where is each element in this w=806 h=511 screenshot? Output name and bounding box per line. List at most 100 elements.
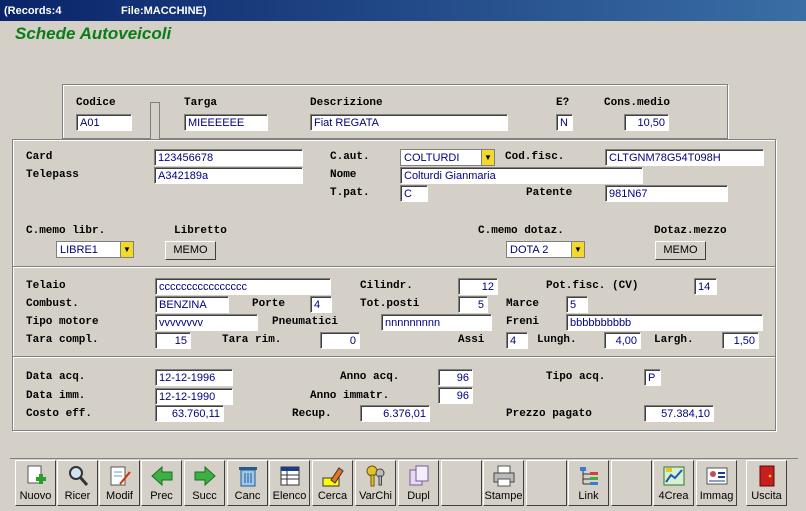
section-divider-2 xyxy=(13,356,775,358)
link-tree-icon xyxy=(580,467,598,485)
ricer-label: Ricer xyxy=(64,490,91,502)
tpat-field[interactable]: C xyxy=(400,185,428,202)
window-titlebar: (Records:4 File:MACCHINE) xyxy=(0,0,806,21)
descrizione-field[interactable]: Fiat REGATA xyxy=(310,114,508,131)
arrow-right-icon xyxy=(194,465,216,487)
pneumatici-field[interactable]: nnnnnnnnn xyxy=(381,314,492,331)
nuovo-label: Nuovo xyxy=(19,490,52,502)
libretto-memo-button[interactable]: MEMO xyxy=(165,241,216,260)
file-name: File:MACCHINE) xyxy=(121,5,207,17)
data-imm-field[interactable]: 12-12-1990 xyxy=(155,388,233,405)
dupl-button[interactable]: Dupl xyxy=(398,460,439,506)
e-field[interactable]: N xyxy=(556,114,573,131)
succ-label: Succ xyxy=(192,490,217,502)
stampe-button[interactable]: Stampe xyxy=(483,460,524,506)
modif-button[interactable]: Modif xyxy=(99,460,140,506)
link-button[interactable]: Link xyxy=(568,460,609,506)
prec-button[interactable]: Prec xyxy=(141,460,182,506)
crea-label: 4Crea xyxy=(658,490,689,502)
link-label: Link xyxy=(578,490,599,502)
tipo-acq-field[interactable]: P xyxy=(644,369,661,386)
anno-immatr-label: Anno immatr. xyxy=(310,390,390,402)
nuovo-button[interactable]: Nuovo xyxy=(15,460,56,506)
totposti-field[interactable]: 5 xyxy=(458,296,488,313)
data-imm-label: Data imm. xyxy=(26,390,86,402)
empty-slot-2 xyxy=(526,460,567,506)
lungh-field[interactable]: 4,00 xyxy=(604,332,641,349)
crea-button[interactable]: 4Crea xyxy=(653,460,694,506)
cons-medio-field[interactable]: 10,50 xyxy=(624,114,669,131)
telepass-field[interactable]: A342189a xyxy=(154,167,303,184)
anno-acq-label: Anno acq. xyxy=(340,371,400,383)
costo-eff-field[interactable]: 63.760,11 xyxy=(155,405,224,422)
uscita-label: Uscita xyxy=(751,490,782,502)
nome-label: Nome xyxy=(330,169,357,181)
tipo-motore-field[interactable]: vvvvvvvv xyxy=(155,314,258,331)
anno-acq-field[interactable]: 96 xyxy=(438,369,473,386)
assi-field[interactable]: 4 xyxy=(506,332,528,349)
chevron-down-icon[interactable]: ▼ xyxy=(571,242,584,257)
cerca-button[interactable]: Cerca xyxy=(312,460,353,506)
canc-button[interactable]: Canc xyxy=(227,460,268,506)
marce-field[interactable]: 5 xyxy=(566,296,588,313)
codfisc-field[interactable]: CLTGNM78G54T098H xyxy=(605,149,764,166)
potfisc-label: Pot.fisc. (CV) xyxy=(546,280,639,292)
cmemo-libr-combo[interactable]: LIBRE1 ▼ xyxy=(56,241,134,258)
data-acq-field[interactable]: 12-12-1996 xyxy=(155,369,233,386)
trash-icon xyxy=(239,467,257,487)
dotaz-mezzo-label: Dotaz.mezzo xyxy=(654,225,727,237)
varchi-label: VarChi xyxy=(359,490,392,502)
tara-compl-field[interactable]: 15 xyxy=(155,332,191,349)
records-count: (Records:4 xyxy=(4,5,62,17)
caut-combo[interactable]: COLTURDI ▼ xyxy=(400,149,495,166)
stampe-label: Stampe xyxy=(484,490,523,502)
targa-field[interactable]: MIEEEEEE xyxy=(184,114,268,131)
combust-field[interactable]: BENZINA xyxy=(155,296,229,313)
totposti-label: Tot.posti xyxy=(360,298,420,310)
prezzo-pagato-field[interactable]: 57.384,10 xyxy=(644,405,714,422)
anno-immatr-field[interactable]: 96 xyxy=(438,387,473,404)
uscita-button[interactable]: Uscita xyxy=(746,460,787,506)
succ-button[interactable]: Succ xyxy=(184,460,225,506)
porte-field[interactable]: 4 xyxy=(310,296,332,313)
elenco-button[interactable]: Elenco xyxy=(269,460,310,506)
dotaz-memo-button[interactable]: MEMO xyxy=(655,241,706,260)
chevron-down-icon[interactable]: ▼ xyxy=(120,242,133,257)
cmemo-dotaz-label: C.memo dotaz. xyxy=(478,225,564,237)
porte-label: Porte xyxy=(252,298,286,310)
section-divider-1 xyxy=(13,266,775,268)
largh-field[interactable]: 1,50 xyxy=(722,332,759,349)
marce-label: Marce xyxy=(506,298,540,310)
create-chart-icon xyxy=(663,466,685,486)
varchi-button[interactable]: VarChi xyxy=(355,460,396,506)
card-field[interactable]: 123456678 xyxy=(154,149,303,166)
freni-field[interactable]: bbbbbbbbbb xyxy=(566,314,763,331)
potfisc-field[interactable]: 14 xyxy=(694,278,717,295)
telaio-label: Telaio xyxy=(26,280,66,292)
tara-rim-field[interactable]: 0 xyxy=(320,332,360,349)
recup-field[interactable]: 6.376,01 xyxy=(360,405,430,422)
cmemo-dotaz-combo[interactable]: DOTA 2 ▼ xyxy=(506,241,585,258)
patente-field[interactable]: 981N67 xyxy=(605,185,728,202)
telaio-field[interactable]: cccccccccccccccc xyxy=(155,278,331,295)
codice-field[interactable]: A01 xyxy=(76,114,132,131)
tipo-motore-label: Tipo motore xyxy=(26,316,99,328)
list-icon xyxy=(280,466,300,486)
cmemo-libr-label: C.memo libr. xyxy=(26,225,106,237)
chevron-down-icon[interactable]: ▼ xyxy=(481,150,494,165)
patente-label: Patente xyxy=(526,187,573,199)
tpat-label: T.pat. xyxy=(330,187,370,199)
cilindr-field[interactable]: 12 xyxy=(458,278,498,295)
codfisc-label: Cod.fisc. xyxy=(505,151,565,163)
costo-eff-label: Costo eff. xyxy=(26,408,93,420)
e-label: E? xyxy=(556,97,570,109)
immag-button[interactable]: Immag xyxy=(696,460,737,506)
combust-label: Combust. xyxy=(26,298,79,310)
search-icon xyxy=(69,466,89,486)
nome-field[interactable]: Colturdi Gianmaria xyxy=(400,167,643,184)
cons-medio-label: Cons.medio xyxy=(604,97,671,109)
new-document-icon xyxy=(27,465,46,484)
libretto-label: Libretto xyxy=(174,225,227,237)
ricer-button[interactable]: Ricer xyxy=(57,460,98,506)
data-acq-label: Data acq. xyxy=(26,371,86,383)
